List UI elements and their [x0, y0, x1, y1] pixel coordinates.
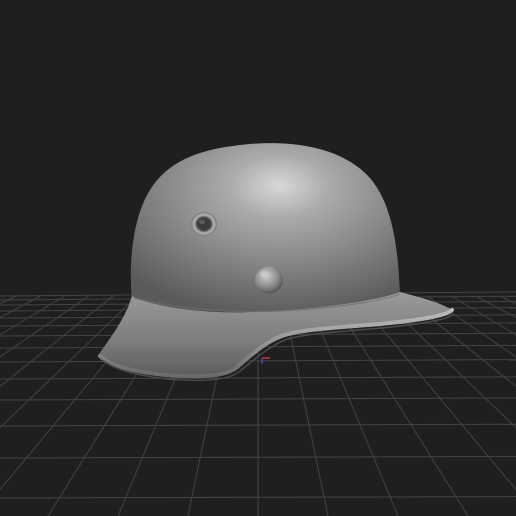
grid-line — [451, 295, 516, 336]
grid-line — [0, 295, 90, 358]
grid-line — [402, 295, 516, 388]
helmet-model[interactable] — [98, 143, 455, 382]
rivet-icon — [255, 266, 283, 294]
grid-line — [330, 295, 469, 516]
3d-viewport[interactable] — [0, 0, 516, 516]
grid-line — [499, 295, 516, 305]
grid-line — [0, 295, 17, 305]
grid-line — [0, 295, 65, 336]
vent-lug-icon — [191, 212, 217, 236]
grid-line — [426, 295, 516, 358]
viewport-canvas[interactable] — [0, 0, 516, 516]
grid-line — [0, 295, 114, 388]
